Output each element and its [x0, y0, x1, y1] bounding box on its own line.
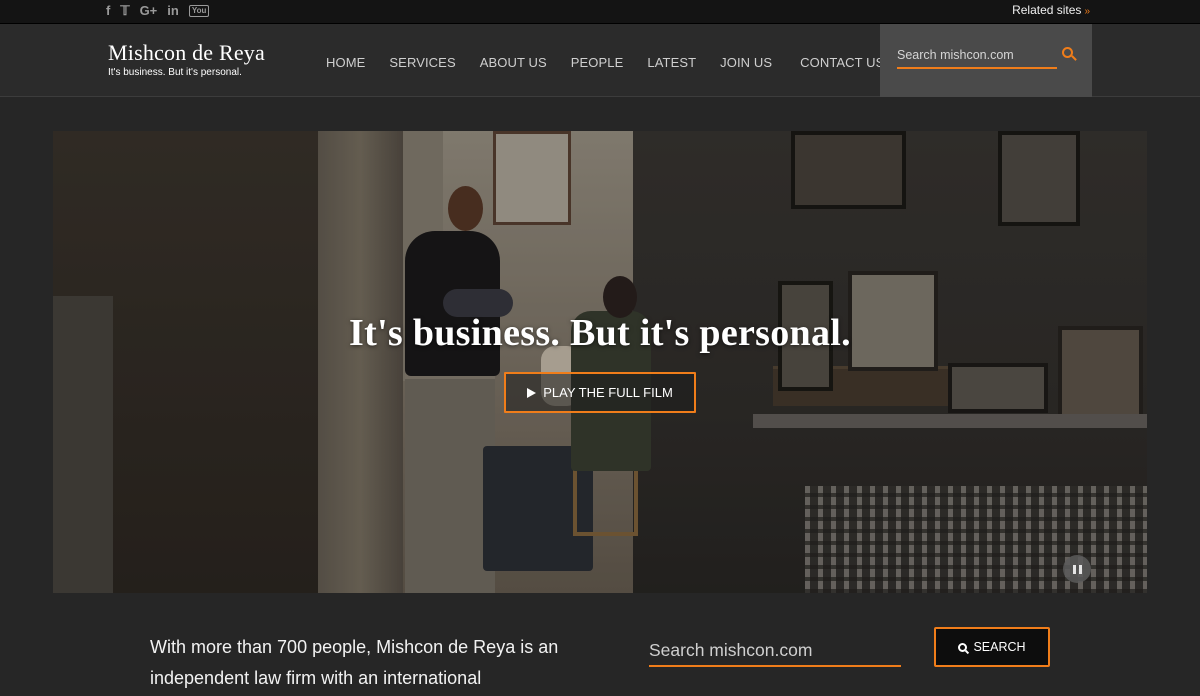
- logo-name: Mishcon de Reya: [108, 40, 265, 65]
- nav-services[interactable]: SERVICES: [389, 55, 455, 70]
- facebook-icon[interactable]: f: [106, 2, 110, 20]
- search-icon[interactable]: [1062, 47, 1073, 58]
- search-button[interactable]: SEARCH: [934, 627, 1050, 667]
- hero-video: It's business. But it's personal. PLAY T…: [53, 131, 1147, 593]
- site-header: Mishcon de Reya It's business. But it's …: [0, 24, 1200, 97]
- play-icon: [527, 387, 537, 398]
- twitter-icon[interactable]: 𝕋: [120, 2, 129, 20]
- play-film-label: PLAY THE FULL FILM: [543, 385, 673, 400]
- nav-latest[interactable]: LATEST: [647, 55, 696, 70]
- header-search-input[interactable]: [897, 43, 1057, 69]
- play-film-button[interactable]: PLAY THE FULL FILM: [504, 372, 696, 413]
- pause-icon: [1072, 564, 1076, 574]
- chevron-down-icon: »: [1084, 6, 1090, 17]
- logo-tagline: It's business. But it's personal.: [108, 67, 242, 78]
- social-links: f 𝕋 G+ in You: [106, 2, 210, 20]
- nav-people[interactable]: PEOPLE: [571, 55, 624, 70]
- related-sites-link[interactable]: Related sites»: [1012, 3, 1090, 17]
- youtube-icon[interactable]: You: [188, 5, 210, 17]
- nav-home[interactable]: HOME: [326, 55, 365, 70]
- pause-button[interactable]: [1063, 555, 1091, 583]
- related-sites-label: Related sites: [1012, 3, 1082, 17]
- linkedin-icon[interactable]: in: [167, 2, 179, 20]
- hero-overlay: [53, 131, 1147, 593]
- nav-about-us[interactable]: ABOUT US: [480, 55, 547, 70]
- google-plus-icon[interactable]: G+: [140, 2, 158, 20]
- nav-contact-us[interactable]: CONTACT US: [800, 55, 884, 70]
- logo[interactable]: Mishcon de Reya It's business. But it's …: [108, 40, 265, 78]
- header-search: [880, 24, 1092, 97]
- intro-text: With more than 700 people, Mishcon de Re…: [150, 637, 559, 688]
- main-nav: HOME SERVICES ABOUT US PEOPLE LATEST JOI…: [326, 55, 908, 70]
- nav-join-us[interactable]: JOIN US: [720, 55, 772, 70]
- hero-headline: It's business. But it's personal.: [349, 312, 851, 354]
- search-button-label: SEARCH: [973, 640, 1026, 654]
- top-utility-bar: f 𝕋 G+ in You Related sites»: [0, 0, 1200, 24]
- body-search-input[interactable]: [649, 636, 901, 667]
- search-icon: [958, 642, 968, 652]
